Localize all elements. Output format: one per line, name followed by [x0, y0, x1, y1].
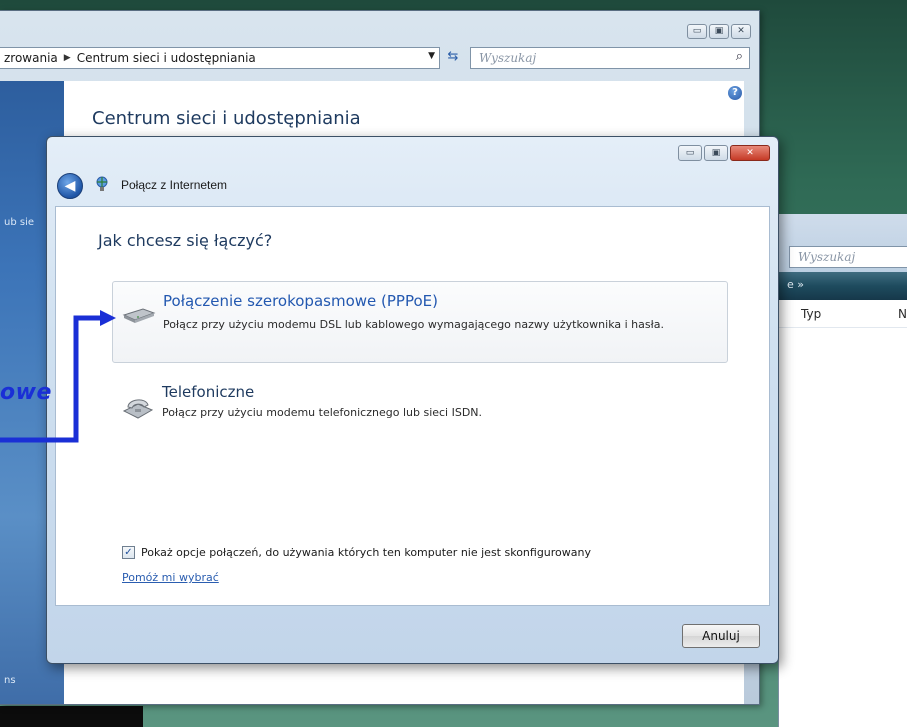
- nav-fragment-bottom[interactable]: ns: [4, 675, 16, 686]
- search-input[interactable]: Wyszukaj ⌕: [470, 47, 750, 69]
- show-options-checkbox-row[interactable]: ✓ Pokaż opcje połączeń, do używania któr…: [122, 546, 591, 559]
- connect-to-internet-dialog: ▭ ▣ ✕ ◀ Połącz z Internetem Jak chcesz s…: [46, 136, 779, 664]
- close-button[interactable]: ✕: [731, 24, 751, 39]
- breadcrumb-current[interactable]: Centrum sieci i udostępniania: [77, 51, 256, 65]
- secondary-window: Wyszukaj e » Typ Na: [778, 214, 907, 727]
- refresh-icon[interactable]: ⇆: [442, 49, 464, 67]
- back-arrow-icon[interactable]: ◀: [57, 173, 83, 199]
- window-controls: ▭ ▣ ✕: [687, 24, 751, 39]
- column-header-row: Typ Na: [779, 300, 907, 328]
- network-globe-icon: [96, 176, 108, 191]
- cancel-button[interactable]: Anuluj: [682, 624, 760, 648]
- nav-fragment[interactable]: ub sie: [4, 217, 34, 228]
- dialog-body: Jak chcesz się łączyć? Połączenie szerok…: [55, 206, 770, 606]
- toolbar-overflow-button[interactable]: e »: [787, 278, 804, 291]
- show-options-label: Pokaż opcje połączeń, do używania któryc…: [141, 546, 592, 559]
- dialog-title: Połącz z Internetem: [121, 178, 228, 192]
- column-header-type[interactable]: Typ: [801, 307, 821, 321]
- secondary-search-placeholder: Wyszukaj: [798, 250, 856, 264]
- option-title: Połączenie szerokopasmowe (PPPoE): [163, 292, 438, 310]
- page-title: Centrum sieci i udostępniania: [92, 108, 361, 129]
- column-header-next[interactable]: Na: [898, 307, 907, 321]
- address-dropdown-icon[interactable]: ▼: [428, 51, 435, 61]
- dialog-window-controls: ▭ ▣ ✕: [678, 145, 770, 161]
- dialog-maximize-button[interactable]: ▣: [704, 145, 728, 161]
- secondary-toolbar: e »: [779, 272, 907, 300]
- search-icon[interactable]: ⌕: [736, 49, 743, 64]
- option-description: Połącz przy użyciu modemu DSL lub kablow…: [163, 318, 664, 331]
- breadcrumb-separator-icon: ▶: [63, 53, 71, 63]
- address-bar[interactable]: zrowania ▶ Centrum sieci i udostępniania…: [0, 47, 440, 69]
- dialog-heading: Jak chcesz się łączyć?: [98, 231, 273, 250]
- option-description: Połącz przy użyciu modemu telefonicznego…: [162, 406, 483, 419]
- option-dialup[interactable]: Telefoniczne Połącz przy użyciu modemu t…: [112, 375, 728, 441]
- option-title: Telefoniczne: [162, 383, 255, 401]
- taskbar-fragment: [0, 706, 143, 727]
- dialog-minimize-button[interactable]: ▭: [678, 145, 702, 161]
- annotation-arrow: [0, 310, 116, 443]
- option-broadband-pppoe[interactable]: Połączenie szerokopasmowe (PPPoE) Połącz…: [112, 281, 728, 363]
- show-options-checkbox[interactable]: ✓: [122, 546, 135, 559]
- help-icon[interactable]: ?: [728, 86, 742, 100]
- annotation-label: owe: [0, 380, 52, 405]
- maximize-button[interactable]: ▣: [709, 24, 729, 39]
- breadcrumb-prev[interactable]: zrowania: [4, 51, 58, 65]
- help-me-choose-link[interactable]: Pomóż mi wybrać: [122, 571, 219, 584]
- dialog-close-button[interactable]: ✕: [730, 145, 770, 161]
- secondary-search-input[interactable]: Wyszukaj: [789, 246, 907, 268]
- search-placeholder: Wyszukaj: [479, 51, 537, 65]
- minimize-button[interactable]: ▭: [687, 24, 707, 39]
